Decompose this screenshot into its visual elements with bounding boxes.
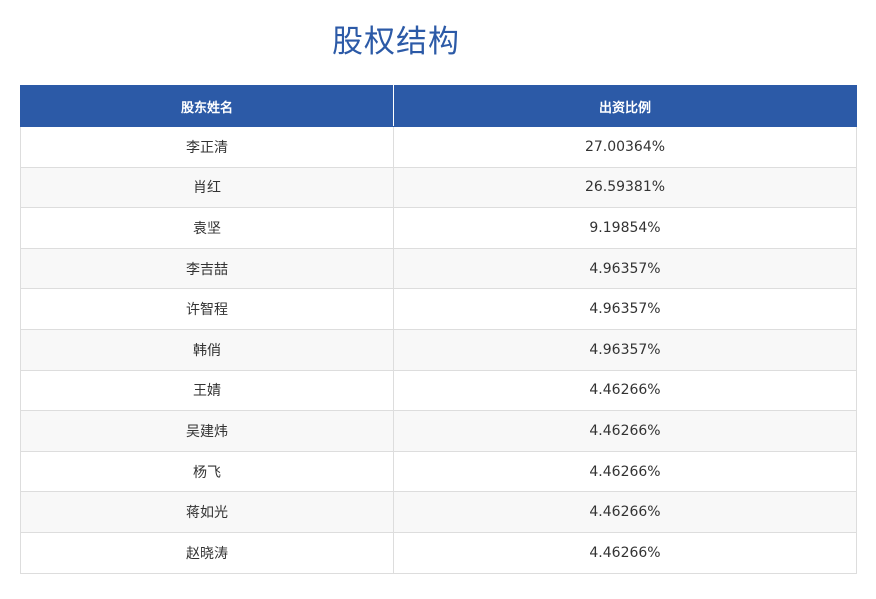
table-row: 李正清 27.00364%	[20, 126, 857, 168]
shareholder-ratio-cell: 4.46266%	[393, 531, 857, 574]
table-row: 李吉喆 4.96357%	[20, 247, 857, 290]
page: 股权结构 股东姓名 出资比例 李正清 27.00364% 肖红 26.59381…	[0, 0, 876, 599]
shareholder-name-cell: 蒋如光	[20, 491, 394, 533]
shareholder-ratio-cell: 4.96357%	[393, 288, 857, 330]
table-row: 赵晓涛 4.46266%	[20, 531, 857, 574]
column-header-ratio: 出资比例	[393, 85, 857, 127]
table-row: 韩俏 4.96357%	[20, 328, 857, 371]
shareholder-ratio-cell: 4.46266%	[393, 491, 857, 533]
table-row: 蒋如光 4.46266%	[20, 491, 857, 533]
shareholder-name-cell: 许智程	[20, 288, 394, 330]
shareholder-name-cell: 王婧	[20, 369, 394, 412]
shareholder-name-cell: 吴建炜	[20, 410, 394, 452]
column-header-name: 股东姓名	[20, 85, 394, 127]
table-row: 王婧 4.46266%	[20, 369, 857, 412]
page-title: 股权结构	[332, 24, 460, 60]
shareholder-name-cell: 袁坚	[20, 207, 394, 249]
shareholder-ratio-cell: 9.19854%	[393, 207, 857, 249]
shareholder-name-cell: 李正清	[20, 126, 394, 168]
shareholder-ratio-cell: 4.46266%	[393, 450, 857, 493]
shareholder-ratio-cell: 4.96357%	[393, 328, 857, 371]
shareholder-name-cell: 韩俏	[20, 328, 394, 371]
shareholder-ratio-cell: 4.46266%	[393, 369, 857, 412]
table-row: 吴建炜 4.46266%	[20, 410, 857, 452]
shareholder-ratio-cell: 4.96357%	[393, 247, 857, 290]
table-row: 杨飞 4.46266%	[20, 450, 857, 493]
shareholder-name-cell: 肖红	[20, 166, 394, 209]
table-header-row: 股东姓名 出资比例	[20, 85, 857, 127]
shareholder-name-cell: 李吉喆	[20, 247, 394, 290]
shareholder-name-cell: 杨飞	[20, 450, 394, 493]
table-row: 袁坚 9.19854%	[20, 207, 857, 249]
shareholder-ratio-cell: 27.00364%	[393, 126, 857, 168]
shareholder-table: 股东姓名 出资比例 李正清 27.00364% 肖红 26.59381% 袁坚 …	[20, 85, 857, 574]
shareholder-ratio-cell: 26.59381%	[393, 166, 857, 209]
shareholder-name-cell: 赵晓涛	[20, 531, 394, 574]
table-row: 许智程 4.96357%	[20, 288, 857, 330]
shareholder-ratio-cell: 4.46266%	[393, 410, 857, 452]
table-row: 肖红 26.59381%	[20, 166, 857, 209]
